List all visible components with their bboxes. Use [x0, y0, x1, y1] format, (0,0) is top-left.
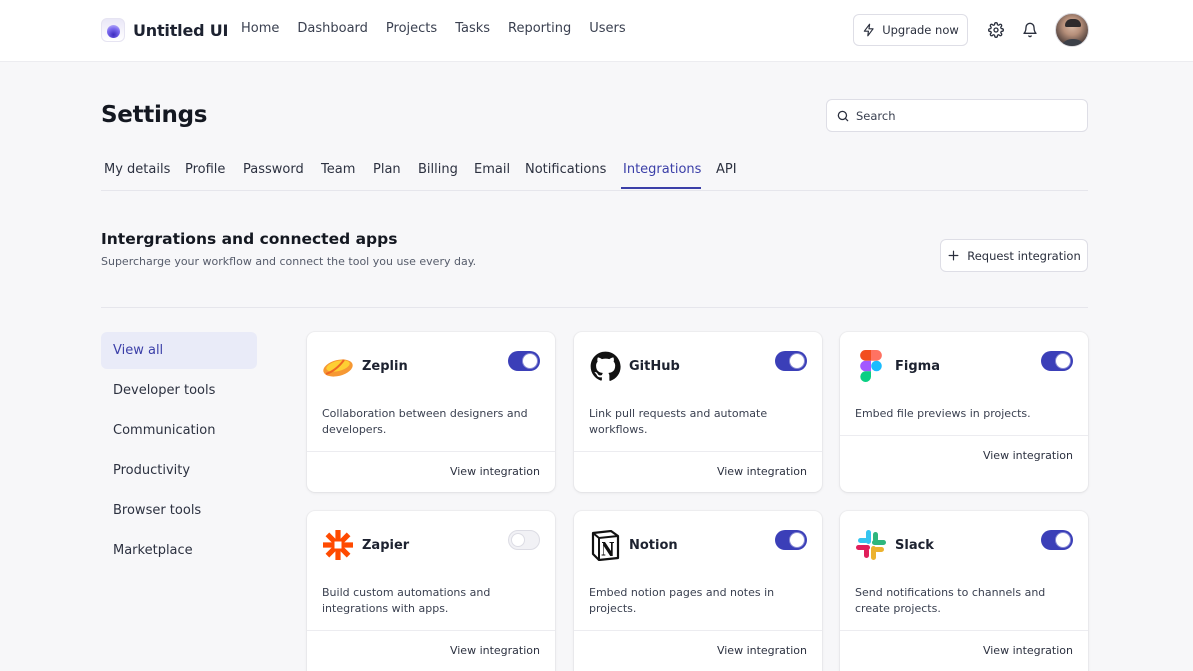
- tab-password[interactable]: Password: [243, 162, 304, 177]
- github-logo-icon: [589, 350, 621, 382]
- card-divider: [574, 630, 822, 631]
- settings-tabs: My details Profile Password Team Plan Bi…: [101, 150, 1088, 191]
- integration-description: Link pull requests and automate workflow…: [589, 407, 768, 436]
- sidebar-item-developer-tools[interactable]: Developer tools: [101, 372, 257, 409]
- slack-logo-icon: [855, 529, 887, 561]
- section-divider: [101, 307, 1088, 308]
- tab-plan[interactable]: Plan: [373, 162, 401, 177]
- toggle-knob: [1056, 533, 1070, 547]
- integration-card-github: GitHub Link pull requests and automate w…: [574, 332, 822, 492]
- sidebar-item-view-all[interactable]: View all: [101, 332, 257, 369]
- tab-integrations[interactable]: Integrations: [623, 162, 701, 177]
- lightning-icon: [863, 23, 874, 37]
- sidebar-item-marketplace[interactable]: Marketplace: [101, 532, 257, 569]
- integration-card-slack: Slack Send notifications to channels and…: [840, 511, 1088, 671]
- request-integration-button[interactable]: Request integration: [940, 239, 1088, 272]
- toggle-knob: [1056, 354, 1070, 368]
- settings-button[interactable]: [986, 20, 1006, 40]
- search-input[interactable]: [856, 108, 1076, 123]
- integration-name: Notion: [629, 538, 678, 553]
- bell-icon: [1023, 22, 1037, 38]
- tab-my-details[interactable]: My details: [104, 162, 170, 177]
- nav-item-dashboard[interactable]: Dashboard: [297, 21, 368, 36]
- user-avatar[interactable]: [1055, 13, 1089, 47]
- search-icon: [837, 110, 849, 121]
- zapier-logo-icon: [322, 529, 354, 561]
- view-integration-link[interactable]: View integration: [450, 644, 540, 657]
- section-subtitle: Supercharge your workflow and connect th…: [101, 255, 477, 268]
- toggle-knob: [790, 354, 804, 368]
- integration-toggle[interactable]: [1041, 351, 1073, 371]
- request-integration-label: Request integration: [967, 248, 1081, 263]
- integration-toggle[interactable]: [775, 530, 807, 550]
- page-title: Settings: [101, 102, 208, 128]
- card-divider: [307, 451, 555, 452]
- section-title: Intergrations and connected apps: [101, 230, 398, 248]
- tab-email[interactable]: Email: [474, 162, 510, 177]
- integration-description: Embed notion pages and notes in projects…: [589, 586, 775, 615]
- integration-toggle[interactable]: [508, 530, 540, 550]
- card-divider: [840, 435, 1088, 436]
- app-logo[interactable]: Untitled UI: [101, 18, 228, 42]
- integration-description: Embed file previews in projects.: [855, 407, 1031, 420]
- toggle-knob: [511, 533, 525, 547]
- sidebar-item-productivity[interactable]: Productivity: [101, 452, 257, 489]
- toggle-knob: [523, 354, 537, 368]
- notifications-button[interactable]: [1020, 20, 1040, 40]
- search-box[interactable]: [826, 99, 1088, 132]
- integration-description: Send notifications to channels and creat…: [855, 586, 1046, 615]
- view-integration-link[interactable]: View integration: [983, 449, 1073, 462]
- integration-name: Slack: [895, 538, 934, 553]
- integration-card-notion: Notion Embed notion pages and notes in p…: [574, 511, 822, 671]
- integration-toggle[interactable]: [775, 351, 807, 371]
- toggle-knob: [790, 533, 804, 547]
- card-divider: [574, 451, 822, 452]
- integration-name: GitHub: [629, 359, 680, 374]
- zeplin-logo-icon: [322, 350, 354, 382]
- integration-toggle[interactable]: [508, 351, 540, 371]
- tab-notifications[interactable]: Notifications: [525, 162, 606, 177]
- nav-item-reporting[interactable]: Reporting: [508, 21, 571, 36]
- integration-name: Figma: [895, 359, 940, 374]
- view-integration-link[interactable]: View integration: [450, 465, 540, 478]
- plus-icon: [948, 250, 959, 261]
- top-navigation-bar: Untitled UI Home Dashboard Projects Task…: [0, 0, 1193, 62]
- view-integration-link[interactable]: View integration: [983, 644, 1073, 657]
- figma-logo-icon: [855, 350, 887, 382]
- view-integration-link[interactable]: View integration: [717, 465, 807, 478]
- logo-mark-icon: [101, 18, 125, 42]
- integration-card-zapier: Zapier Build custom automations and inte…: [307, 511, 555, 671]
- tab-profile[interactable]: Profile: [185, 162, 225, 177]
- tab-billing[interactable]: Billing: [418, 162, 458, 177]
- card-divider: [840, 630, 1088, 631]
- card-divider: [307, 630, 555, 631]
- active-tab-indicator: [621, 187, 701, 189]
- upgrade-button[interactable]: Upgrade now: [853, 14, 968, 46]
- integration-name: Zapier: [362, 538, 410, 553]
- integration-description: Build custom automations and integration…: [322, 586, 491, 615]
- sidebar-item-communication[interactable]: Communication: [101, 412, 257, 449]
- sidebar-item-browser-tools[interactable]: Browser tools: [101, 492, 257, 529]
- main-nav: Home Dashboard Projects Tasks Reporting …: [241, 21, 626, 36]
- nav-item-projects[interactable]: Projects: [386, 21, 437, 36]
- upgrade-label: Upgrade now: [882, 23, 959, 37]
- view-integration-link[interactable]: View integration: [717, 644, 807, 657]
- app-name: Untitled UI: [133, 20, 229, 40]
- gear-icon: [988, 22, 1004, 38]
- integration-toggle[interactable]: [1041, 530, 1073, 550]
- integration-card-zeplin: Zeplin Collaboration between designers a…: [307, 332, 555, 492]
- tab-team[interactable]: Team: [321, 162, 355, 177]
- integration-card-figma: Figma Embed file previews in projects. V…: [840, 332, 1088, 492]
- tab-api[interactable]: API: [716, 162, 737, 177]
- integration-description: Collaboration between designers and deve…: [322, 407, 528, 436]
- nav-item-tasks[interactable]: Tasks: [455, 21, 490, 36]
- notion-logo-icon: [589, 529, 621, 561]
- nav-item-users[interactable]: Users: [589, 21, 625, 36]
- integration-name: Zeplin: [362, 359, 408, 374]
- nav-item-home[interactable]: Home: [241, 21, 279, 36]
